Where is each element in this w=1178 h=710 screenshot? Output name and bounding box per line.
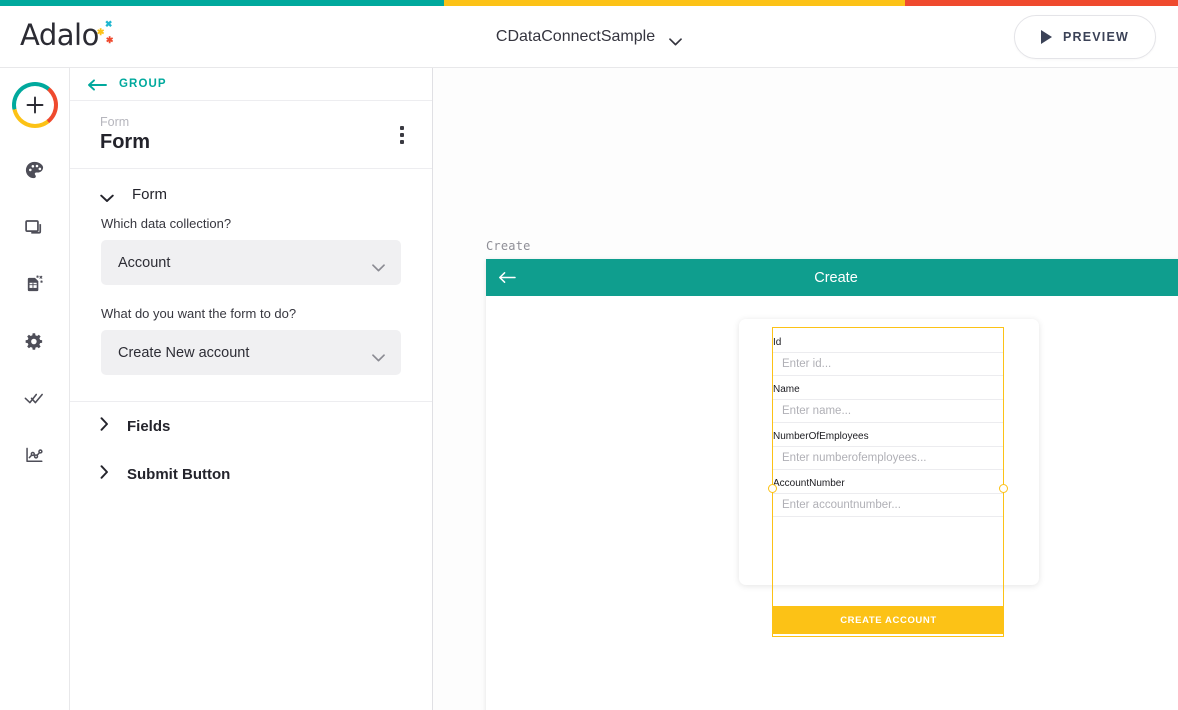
data-collection-select[interactable]: Account: [101, 240, 401, 285]
form-field-label: Id: [773, 337, 782, 348]
section-header-submit-button-label: Submit Button: [127, 465, 231, 483]
form-field-placeholder: Enter accountnumber...: [782, 499, 901, 511]
section-header-submit-button[interactable]: Submit Button: [70, 450, 432, 498]
back-label: GROUP: [119, 78, 167, 90]
form-field-placeholder: Enter id...: [782, 358, 832, 370]
more-options-button[interactable]: [389, 122, 415, 148]
panel-title-block: Form Form: [100, 115, 150, 154]
form-field-input[interactable]: Enter accountnumber...: [773, 493, 1004, 517]
app-header: Adalo ✖ ✱ ✱ CDataConnectSample PREVIEW: [0, 6, 1178, 68]
field-form-action: What do you want the form to do? Create …: [101, 306, 401, 375]
screen-topbar[interactable]: Create: [486, 259, 1178, 296]
form-field-label: NumberOfEmployees: [773, 431, 869, 442]
panel-title-row: Form Form: [70, 101, 432, 169]
page-title: Form: [100, 131, 150, 153]
screen-wrapper: Create Create Id Enter id... Name Enter …: [486, 239, 1178, 710]
form-field-numberofemployees: NumberOfEmployees Enter numberofemployee…: [773, 423, 1004, 470]
plus-icon: [26, 96, 44, 114]
chevron-down-icon: [100, 190, 114, 202]
sidebar-item-analytics[interactable]: [12, 435, 58, 481]
form-field-input[interactable]: Enter name...: [773, 399, 1004, 423]
form-fields-list: Id Enter id... Name Enter name... Number…: [773, 329, 1004, 517]
database-icon: ✖ ✱ ✱: [24, 274, 45, 300]
data-collection-value: Account: [118, 254, 171, 271]
chevron-down-icon: [372, 259, 385, 271]
arrow-left-icon: [87, 78, 107, 91]
palette-icon: [24, 160, 45, 186]
form-field-label: Name: [773, 384, 800, 395]
form-field-name: Name Enter name...: [773, 376, 1004, 423]
sidebar-item-publish[interactable]: [12, 378, 58, 424]
svg-text:✱: ✱: [36, 274, 39, 279]
sidebar-item-settings[interactable]: [12, 321, 58, 367]
gear-icon: [24, 331, 45, 357]
screen-topbar-title: Create: [814, 269, 858, 286]
chevron-down-icon: [372, 349, 385, 361]
svg-text:✱: ✱: [40, 279, 43, 284]
app-body: ✖ ✱ ✱ GROUP Form Form Form Which data co…: [0, 68, 1178, 710]
form-action-select[interactable]: Create New account: [101, 330, 401, 375]
chevron-down-icon[interactable]: [669, 33, 682, 45]
design-canvas[interactable]: Create Create Id Enter id... Name Enter …: [433, 68, 1178, 710]
add-component-button[interactable]: [11, 82, 58, 128]
field-data-collection: Which data collection? Account: [101, 216, 401, 285]
icon-rail: ✖ ✱ ✱: [0, 68, 70, 710]
project-name[interactable]: CDataConnectSample: [496, 28, 655, 46]
section-header-fields-label: Fields: [127, 417, 171, 435]
form-field-label: AccountNumber: [773, 478, 845, 489]
chevron-right-icon: [100, 416, 109, 436]
logo-text: Adalo: [20, 17, 99, 52]
back-to-group-button[interactable]: GROUP: [70, 68, 432, 101]
double-check-icon: [24, 390, 46, 412]
header-center: CDataConnectSample: [0, 28, 1178, 46]
form-field-input[interactable]: Enter numberofemployees...: [773, 446, 1004, 470]
screen-name-label: Create: [486, 239, 531, 253]
preview-button-label: PREVIEW: [1062, 29, 1129, 44]
form-field-accountnumber: AccountNumber Enter accountnumber...: [773, 470, 1004, 517]
field-label-data-collection: Which data collection?: [101, 216, 232, 231]
sidebar-item-database[interactable]: ✖ ✱ ✱: [12, 264, 58, 310]
form-action-value: Create New account: [118, 344, 250, 361]
logo-sparkles-icon: ✖ ✱ ✱: [96, 18, 114, 45]
panel-kicker: Form: [100, 115, 130, 129]
create-account-button-label: CREATE ACCOUNT: [840, 614, 937, 626]
form-field-input[interactable]: Enter id...: [773, 352, 1004, 376]
sidebar-item-screens[interactable]: [12, 207, 58, 253]
play-icon: [1040, 29, 1052, 44]
section-header-fields[interactable]: Fields: [70, 402, 432, 450]
form-settings-group: Which data collection? Account What do y…: [70, 216, 432, 396]
form-field-placeholder: Enter numberofemployees...: [782, 452, 927, 464]
left-properties-panel: GROUP Form Form Form Which data collecti…: [70, 68, 433, 710]
adalo-logo[interactable]: Adalo ✖ ✱ ✱: [20, 17, 117, 54]
create-account-button[interactable]: CREATE ACCOUNT: [773, 606, 1004, 634]
preview-button[interactable]: PREVIEW: [1013, 14, 1156, 59]
section-header-form[interactable]: Form: [70, 169, 432, 216]
form-field-id: Id Enter id...: [773, 329, 1004, 376]
field-label-form-action: What do you want the form to do?: [101, 306, 297, 321]
form-field-placeholder: Enter name...: [782, 405, 852, 417]
section-header-form-label: Form: [132, 186, 167, 203]
sidebar-item-branding[interactable]: [12, 150, 58, 196]
chevron-right-icon: [100, 464, 109, 484]
screens-icon: [24, 217, 45, 243]
analytics-icon: [24, 445, 45, 471]
screen-frame[interactable]: Create Id Enter id... Name Enter name...: [486, 259, 1178, 710]
